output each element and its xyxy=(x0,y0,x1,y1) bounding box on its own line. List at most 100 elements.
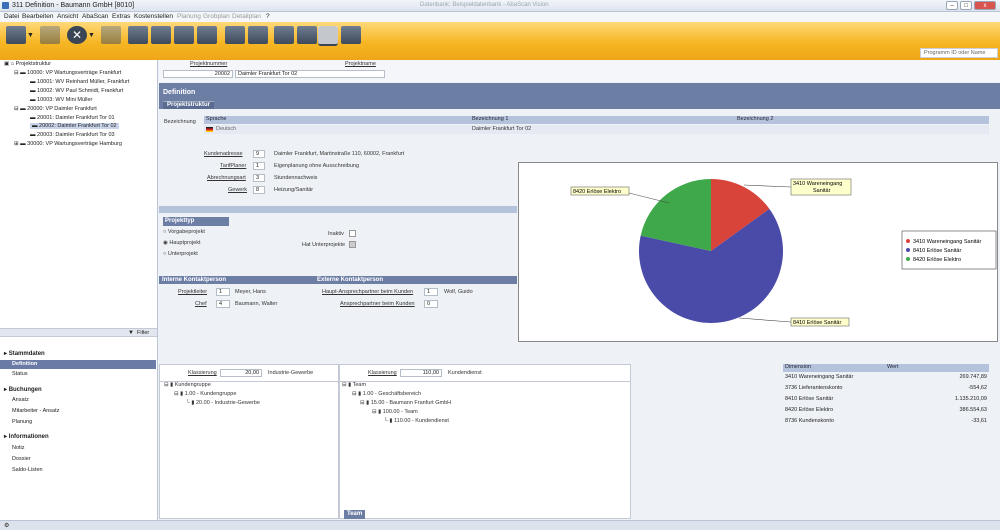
save-icon[interactable] xyxy=(40,26,60,46)
hat-unterprojekte-checkbox[interactable] xyxy=(349,241,356,248)
new-icon[interactable] xyxy=(6,26,26,46)
tree-item[interactable]: ⊞ ▬ 30000: VP Wartungsverträge Hamburg xyxy=(14,141,122,147)
nav-item-planung[interactable]: Planung xyxy=(12,419,32,425)
menu-help[interactable]: ? xyxy=(266,13,270,20)
klass2-tree-item[interactable]: ⊟ ▮ 1.00 - Geschäftsbereich xyxy=(352,391,421,397)
truck-icon[interactable] xyxy=(274,26,294,46)
nav-item-status[interactable]: Status xyxy=(12,371,28,377)
menu-planung[interactable]: Planung xyxy=(177,13,201,20)
nav-section-stammdaten[interactable]: ▸ Stammdaten xyxy=(4,350,45,357)
flag-de-icon xyxy=(206,127,213,132)
nav-item-saldo[interactable]: Saldo-Listen xyxy=(12,467,43,473)
monitor-active-icon[interactable] xyxy=(318,26,338,46)
gewerk-label[interactable]: Gewerk xyxy=(228,187,247,193)
nav-item-dossier[interactable]: Dossier xyxy=(12,456,31,462)
projektleiter-num[interactable]: 1 xyxy=(216,288,230,296)
tree-item[interactable]: ▬ 20001: Daimler Frankfurt Tor 01 xyxy=(30,115,115,121)
inaktiv-label: Inaktiv xyxy=(328,231,344,237)
tab-projektstruktur[interactable]: Projektstruktur xyxy=(163,101,215,109)
inaktiv-checkbox[interactable] xyxy=(349,230,356,237)
bezeichnung-row[interactable]: Deutsch Daimler Frankfurt Tor 02 xyxy=(204,125,989,134)
menu-ansicht[interactable]: Ansicht xyxy=(57,13,78,20)
klass1-label[interactable]: Klassierung xyxy=(188,370,217,376)
nav-item-notiz[interactable]: Notiz xyxy=(12,445,25,451)
ansprechpartner-num[interactable]: 0 xyxy=(424,300,438,308)
cancel-icon[interactable]: ✕ xyxy=(67,26,87,46)
nav-item-definition[interactable]: Definition xyxy=(0,360,156,369)
document-icon[interactable] xyxy=(197,26,217,46)
ansprechpartner-label[interactable]: Ansprechpartner beim Kunden xyxy=(340,301,415,307)
col-sprache: Sprache xyxy=(206,116,227,122)
tarifplaner-num[interactable]: 1 xyxy=(253,162,265,170)
kundenadresse-label[interactable]: Kundenadresse xyxy=(204,151,243,157)
projektleiter-label[interactable]: Projektleiter xyxy=(178,289,207,295)
klass2-tree-item[interactable]: ⊟ ▮ 100.00 - Team xyxy=(372,409,418,415)
maximize-button[interactable]: □ xyxy=(960,1,972,10)
filter-label[interactable]: Filter xyxy=(137,330,149,336)
tree-item[interactable]: ⊟ ▬ 20000: VP Daimler Frankfurt xyxy=(14,106,97,112)
kundenadresse-num[interactable]: 9 xyxy=(253,150,265,158)
close-button[interactable]: x xyxy=(974,1,996,10)
bez1-cell[interactable]: Daimler Frankfurt Tor 02 xyxy=(472,126,531,132)
tree-item[interactable]: ⊟ ▬ 10000: VP Wartungsverträge Frankfurt xyxy=(14,70,121,76)
menu-extras[interactable]: Extras xyxy=(112,13,130,20)
window-icon[interactable] xyxy=(341,26,361,46)
tree-item-selected[interactable]: ▬ 20002: Daimler Frankfurt Tor 02 xyxy=(30,123,119,129)
klass1-tree-item[interactable]: └ ▮ 20.00 - Industrie-Gewerbe xyxy=(186,400,260,406)
klass1-tree-root[interactable]: ⊟ ▮ Kundengruppe xyxy=(164,382,211,388)
tree-root[interactable]: ▣ ⌂ Projektstruktur xyxy=(4,61,51,67)
radio-unterprojekt[interactable]: ○ Unterprojekt xyxy=(163,251,198,257)
klass2-tree-root[interactable]: ⊟ ▮ Team xyxy=(342,382,366,388)
filter-icon[interactable]: ▼ xyxy=(128,330,134,336)
haupt-ansprechpartner-num[interactable]: 1 xyxy=(424,288,438,296)
haupt-ansprechpartner-label[interactable]: Haupt-Ansprechpartner beim Kunden xyxy=(322,289,413,295)
radio-hauptprojekt[interactable]: ◉ Hauptprojekt xyxy=(163,240,201,246)
table-row-dim: 8736 Kundenskonto xyxy=(785,418,834,424)
print-icon[interactable] xyxy=(174,26,194,46)
forward-icon[interactable] xyxy=(101,26,121,46)
project-name-field[interactable]: Daimler Frankfurt Tor 02 xyxy=(235,70,385,78)
abrechnungsart-label[interactable]: Abrechnungsart xyxy=(207,175,246,181)
klass2-tree-item[interactable]: └ ▮ 110.00 - Kundendienst xyxy=(384,418,449,424)
gewerk-num[interactable]: 8 xyxy=(253,186,265,194)
abrechnungsart-num[interactable]: 3 xyxy=(253,174,265,182)
menu-bearbeiten[interactable]: Bearbeiten xyxy=(22,13,53,20)
project-number-field[interactable]: 20002 xyxy=(163,70,233,78)
tree-item[interactable]: ▬ 10003: WV Mini Müller xyxy=(30,97,92,103)
klass2-value[interactable]: 110,00 xyxy=(400,369,442,377)
print-preview-icon[interactable] xyxy=(151,26,171,46)
nav-item-ansatz[interactable]: Ansatz xyxy=(12,397,29,403)
truck-add-icon[interactable] xyxy=(128,26,148,46)
klass1-tree-item[interactable]: ⊟ ▮ 1.00 - Kundengruppe xyxy=(174,391,236,397)
callout-label: Sanitär xyxy=(813,188,831,194)
table-row-val: 269.747,89 xyxy=(959,374,987,380)
menu-datei[interactable]: Datei xyxy=(4,13,19,20)
nav-item-mitarbeiter[interactable]: Mitarbeiter - Ansatz xyxy=(12,408,59,414)
radio-vorgabeprojekt[interactable]: ○ Vorgabeprojekt xyxy=(163,229,205,235)
tree-item[interactable]: ▬ 10001: WV Reinhard Müller, Frankfurt xyxy=(30,79,129,85)
menu-kostenstellen[interactable]: Kostenstellen xyxy=(134,13,173,20)
klass2-label[interactable]: Klassierung xyxy=(368,370,397,376)
tree-item[interactable]: ▬ 20003: Daimler Frankfurt Tor 03 xyxy=(30,132,115,138)
monitor-icon[interactable] xyxy=(297,26,317,46)
klass2-tree-item[interactable]: ⊟ ▮ 15.00 - Baumann Franfurt GmbH xyxy=(360,400,451,406)
program-search-input[interactable]: Programm ID oder Name xyxy=(920,48,998,58)
minimize-button[interactable]: – xyxy=(946,1,958,10)
search-icon[interactable] xyxy=(225,26,245,46)
section-title: Definition xyxy=(159,86,1000,100)
table-row-val: -33,61 xyxy=(971,418,987,424)
chef-label[interactable]: Chef xyxy=(195,301,207,307)
chef-num[interactable]: 4 xyxy=(216,300,230,308)
calculator-icon[interactable] xyxy=(248,26,268,46)
tree-item[interactable]: ▬ 10002: WV Paul Schmidt, Frankfurt xyxy=(30,88,123,94)
nav-section-buchungen[interactable]: ▸ Buchungen xyxy=(4,386,42,393)
menu-grobplan[interactable]: Grobplan xyxy=(203,13,230,20)
menu-abascan[interactable]: AbaScan xyxy=(82,13,108,20)
dropdown-icon[interactable]: ▼ xyxy=(27,32,34,39)
dropdown-icon-2[interactable]: ▼ xyxy=(88,32,95,39)
tab-team[interactable]: Team xyxy=(344,510,366,519)
menu-detailplan[interactable]: Detailplan xyxy=(232,13,261,20)
klass1-value[interactable]: 20,00 xyxy=(220,369,262,377)
nav-section-informationen[interactable]: ▸ Informationen xyxy=(4,433,49,440)
tarifplaner-label[interactable]: TarifPlaner xyxy=(220,163,246,169)
